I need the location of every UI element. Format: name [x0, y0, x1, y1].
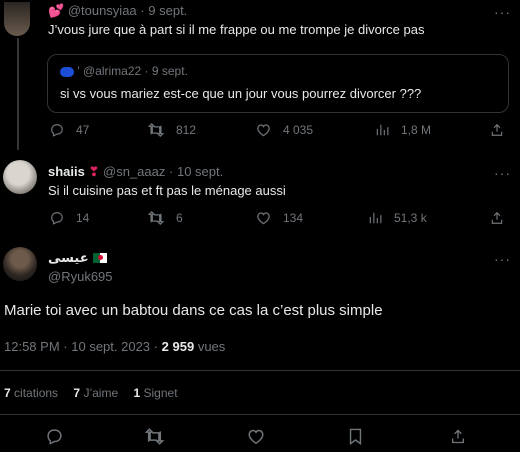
more-icon[interactable]: ···: [494, 252, 511, 266]
tweet-handle[interactable]: @sn_aaaz: [103, 164, 165, 179]
quote-card[interactable]: ' @alrima22 · 9 sept. si vs vous mariez …: [47, 54, 509, 113]
retweet-count: 6: [176, 211, 183, 225]
likes-label: J’aime: [83, 386, 119, 400]
likes-stat[interactable]: 7 J’aime: [73, 386, 121, 400]
heart-icon: [257, 124, 270, 137]
avatar-shaiis[interactable]: [3, 160, 37, 194]
tweet-time[interactable]: 12:58 PM: [4, 339, 60, 354]
quotes-label: citations: [14, 386, 59, 400]
display-name[interactable]: shaiis: [48, 164, 85, 179]
reply-button[interactable]: 47: [50, 123, 89, 137]
reply-button[interactable]: 14: [50, 211, 89, 225]
tweet-date[interactable]: 10 sept.: [177, 164, 223, 179]
share-icon: [452, 429, 464, 444]
tweet-header: 💕 @tounsyiaa · 9 sept.: [48, 3, 187, 19]
views-count: 51,3 k: [394, 211, 427, 225]
views-button[interactable]: 1,8 M: [375, 123, 431, 137]
separator-dot: ·: [153, 339, 159, 354]
retweet-button[interactable]: 812: [148, 123, 196, 137]
quote-author-mark: ': [77, 64, 80, 78]
views-count: 1,8 M: [401, 123, 432, 137]
tweet-text: J’vous jure que à part si il me frappe o…: [48, 22, 425, 37]
retweet-button[interactable]: 6: [148, 211, 183, 225]
more-icon[interactable]: ···: [494, 166, 511, 180]
quotes-count: 7: [4, 386, 11, 400]
heart-emoji-icon: 💕: [48, 3, 65, 18]
share-icon: [491, 123, 503, 136]
share-button[interactable]: [490, 211, 504, 225]
like-count: 4 035: [283, 123, 314, 137]
views-count: 2 959: [161, 339, 195, 354]
quote-header: ' @alrima22 · 9 sept.: [60, 64, 188, 78]
more-icon[interactable]: ···: [494, 5, 511, 19]
main-author-handle[interactable]: @Ryuk695: [48, 269, 113, 284]
bookmarks-stat[interactable]: 1 Signet: [133, 386, 177, 400]
main-tweet-actions: [0, 428, 520, 448]
separator-dot: ·: [169, 164, 174, 179]
bookmark-icon: [349, 428, 362, 445]
share-button[interactable]: [490, 123, 504, 137]
algeria-flag-icon: [92, 253, 107, 263]
like-button[interactable]: [247, 428, 265, 445]
red-heart-icon: ❣: [88, 164, 100, 179]
views-label: vues: [197, 339, 226, 354]
like-count: 134: [283, 211, 304, 225]
quote-text: si vs vous mariez est-ce que un jour vou…: [60, 86, 422, 101]
retweet-button[interactable]: [145, 428, 164, 445]
avatar-tounsyiaa[interactable]: [4, 2, 30, 36]
reply-count: 47: [76, 123, 90, 137]
quotes-stat[interactable]: 7 citations: [4, 386, 61, 400]
tweet-thread: 💕 @tounsyiaa · 9 sept. ··· J’vous jure q…: [0, 0, 520, 452]
divider: [0, 370, 520, 371]
bookmark-button[interactable]: [348, 428, 363, 445]
views-icon: [369, 212, 382, 224]
retweet-icon: [148, 123, 164, 137]
tweet-actions: 14 6 134 51,3 k: [0, 211, 520, 229]
tweet-header: shaiis ❣ @sn_aaaz · 10 sept.: [48, 164, 223, 180]
main-tweet-text: Marie toi avec un babtou dans ce cas la …: [4, 302, 383, 319]
views-button[interactable]: 51,3 k: [368, 211, 427, 225]
separator-dot: ·: [63, 339, 68, 354]
tweet-date[interactable]: 9 sept.: [148, 3, 187, 18]
views-icon: [376, 124, 389, 136]
retweet-icon: [148, 211, 164, 225]
heart-icon: [257, 212, 270, 225]
reply-icon: [47, 429, 62, 445]
main-tweet-meta: 12:58 PM · 10 sept. 2023 · 2 959 vues: [4, 339, 225, 354]
separator-dot: ·: [140, 3, 145, 18]
quote-handle[interactable]: @alrima22: [83, 64, 141, 78]
like-button[interactable]: 134: [256, 211, 303, 225]
separator-dot: ·: [144, 64, 149, 78]
tweet-text: Si il cuisine pas et ft pas le ménage au…: [48, 183, 286, 198]
divider: [0, 414, 520, 415]
bookmarks-label: Signet: [143, 386, 178, 400]
heart-icon: [248, 429, 264, 445]
retweet-count: 812: [176, 123, 197, 137]
main-author-name-row: عيسى: [48, 250, 107, 266]
likes-count: 7: [73, 386, 81, 400]
tweet-date[interactable]: 10 sept. 2023: [71, 339, 150, 354]
reply-count: 14: [76, 211, 90, 225]
retweet-icon: [145, 428, 164, 445]
bookmarks-count: 1: [133, 386, 141, 400]
reply-icon: [51, 212, 63, 225]
avatar-ryuk695[interactable]: [3, 247, 37, 281]
reply-button[interactable]: [46, 428, 63, 445]
tweet-handle[interactable]: @tounsyiaa: [68, 3, 137, 18]
tweet-actions: 47 812 4 035 1,8 M: [0, 123, 520, 141]
quote-avatar-icon: [60, 66, 74, 77]
quote-date[interactable]: 9 sept.: [152, 64, 188, 78]
display-name[interactable]: عيسى: [48, 250, 89, 266]
main-tweet-stats: 7 citations 7 J’aime 1 Signet: [4, 386, 178, 400]
like-button[interactable]: 4 035: [256, 123, 313, 137]
share-button[interactable]: [450, 428, 466, 445]
share-icon: [491, 211, 503, 224]
reply-icon: [51, 124, 63, 137]
